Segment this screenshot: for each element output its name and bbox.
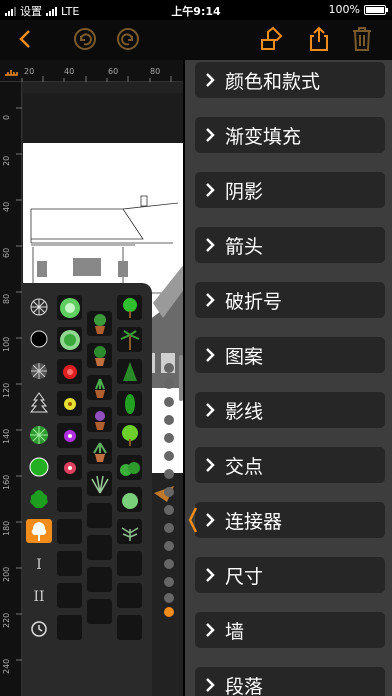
palm-cell[interactable]: [117, 327, 142, 352]
chevron-right-icon: [195, 512, 225, 528]
hedge-cell[interactable]: [117, 455, 142, 480]
chevron-right-icon: [195, 677, 225, 693]
green-dot-icon[interactable]: [26, 455, 52, 479]
tree-icon[interactable]: [26, 519, 52, 543]
menu-item-dash[interactable]: 破折号: [195, 282, 385, 318]
status-bar: 设置 LTE 上午9:14 100%: [0, 0, 392, 20]
empty-cell[interactable]: [87, 599, 112, 624]
empty-cell[interactable]: [57, 519, 82, 544]
brush-icon[interactable]: [257, 24, 287, 54]
ruler-left: [0, 82, 22, 696]
menu-item-connector[interactable]: 连接器: [195, 502, 385, 538]
menu-item-label: 交点: [225, 455, 264, 478]
plant-cell[interactable]: [57, 295, 82, 320]
menu-item-label: 渐变填充: [225, 125, 302, 148]
potted-plant-cell[interactable]: [87, 439, 112, 464]
menu-item-wall[interactable]: 墙: [195, 612, 385, 648]
property-menu: [185, 60, 392, 696]
split-handle[interactable]: [179, 355, 183, 401]
menu-item-label: 连接器: [225, 510, 283, 533]
plant-cell[interactable]: [57, 391, 82, 416]
bush-cell[interactable]: [117, 487, 142, 512]
dark-circle-icon[interactable]: [26, 327, 52, 351]
empty-cell[interactable]: [57, 487, 82, 512]
menu-item-dimension[interactable]: 尺寸: [195, 557, 385, 593]
symbol-palette: I II: [22, 283, 152, 696]
chevron-right-icon: [195, 127, 225, 143]
menu-item-paragraph[interactable]: 段落: [195, 667, 385, 696]
chevron-right-icon: [195, 402, 225, 418]
ruler-top: 20 40 60 80: [0, 60, 185, 82]
chevron-right-icon: [195, 237, 225, 253]
empty-cell[interactable]: [87, 567, 112, 592]
circle-plant-icon[interactable]: [26, 295, 52, 319]
empty-cell[interactable]: [57, 615, 82, 640]
potted-plant-cell[interactable]: [87, 407, 112, 432]
share-icon[interactable]: [304, 24, 334, 54]
chevron-right-icon: [195, 622, 225, 638]
oak-cell[interactable]: [117, 423, 142, 448]
empty-cell[interactable]: [87, 503, 112, 528]
plant-cell[interactable]: [57, 423, 82, 448]
battery-percent: 100%: [328, 3, 360, 16]
selection-marker-icon: [188, 507, 198, 533]
chevron-right-icon: [195, 72, 225, 88]
menu-item-label: 影线: [225, 400, 264, 423]
menu-item-shadow[interactable]: 阴影: [195, 172, 385, 208]
empty-cell[interactable]: [87, 535, 112, 560]
plant-cell[interactable]: [57, 327, 82, 352]
fern-cell[interactable]: [117, 519, 142, 544]
conifer-icon[interactable]: [26, 391, 52, 415]
empty-cell[interactable]: [117, 551, 142, 576]
chevron-right-icon: [195, 347, 225, 363]
pine-cell[interactable]: [117, 359, 142, 384]
chevron-right-icon: [195, 457, 225, 473]
grass-cell[interactable]: [87, 471, 112, 496]
back-icon[interactable]: [10, 24, 40, 54]
menu-item-label: 颜色和款式: [225, 70, 321, 93]
empty-cell[interactable]: [117, 583, 142, 608]
chevron-right-icon: [195, 292, 225, 308]
chevron-right-icon: [195, 182, 225, 198]
menu-item-label: 破折号: [225, 290, 283, 313]
toolbar: [0, 20, 392, 60]
menu-item-label: 图案: [225, 345, 264, 368]
menu-item-arrow[interactable]: 箭头: [195, 227, 385, 263]
chevron-right-icon: [195, 567, 225, 583]
empty-cell[interactable]: [57, 551, 82, 576]
category-II[interactable]: II: [26, 585, 52, 609]
cypress-cell[interactable]: [117, 391, 142, 416]
menu-item-label: 墙: [225, 620, 245, 643]
potted-plant-cell[interactable]: [87, 343, 112, 368]
empty-cell[interactable]: [117, 615, 142, 640]
trash-icon[interactable]: [347, 24, 377, 54]
menu-item-label: 尺寸: [225, 565, 264, 588]
menu-item-pattern[interactable]: 图案: [195, 337, 385, 373]
redo-icon[interactable]: [113, 24, 143, 54]
potted-plant-cell[interactable]: [87, 375, 112, 400]
bush-icon[interactable]: [26, 487, 52, 511]
empty-cell[interactable]: [57, 583, 82, 608]
menu-item-gradient[interactable]: 渐变填充: [195, 117, 385, 153]
canvas-backdrop: [23, 93, 185, 143]
menu-item-label: 阴影: [225, 180, 264, 203]
battery-icon: [364, 4, 388, 15]
zoom-dots[interactable]: [163, 355, 175, 617]
menu-item-hatch[interactable]: 影线: [195, 392, 385, 428]
potted-plant-cell[interactable]: [87, 311, 112, 336]
menu-item-label: 箭头: [225, 235, 264, 258]
plant-cell[interactable]: [57, 359, 82, 384]
undo-icon[interactable]: [70, 24, 100, 54]
plant-cell[interactable]: [57, 455, 82, 480]
menu-item-color-style[interactable]: 颜色和款式: [195, 62, 385, 98]
menu-item-intersection[interactable]: 交点: [195, 447, 385, 483]
shrub-icon[interactable]: [26, 423, 52, 447]
star-plant-icon[interactable]: [26, 359, 52, 383]
category-I[interactable]: I: [26, 553, 52, 577]
history-icon[interactable]: [26, 617, 52, 641]
menu-item-label: 段落: [225, 675, 264, 696]
tree-cell[interactable]: [117, 295, 142, 320]
